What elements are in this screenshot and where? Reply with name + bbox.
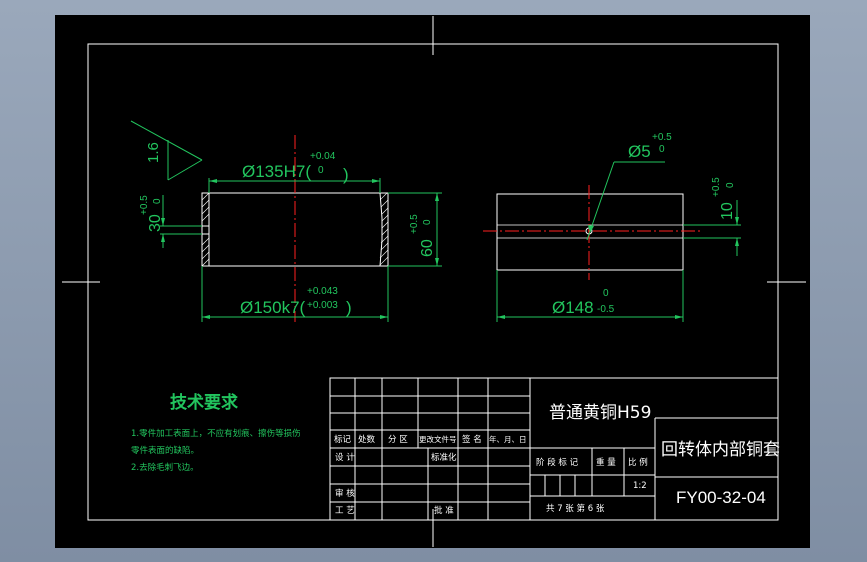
label-scale: 比 例 (628, 457, 648, 468)
dim-outer-upper-tol: +0.043 (307, 286, 338, 297)
dim-length-lower-tol: 0 (422, 219, 433, 225)
label-design: 设 计 (335, 452, 355, 463)
label-change-doc: 更改文件号 (419, 434, 457, 444)
dim-inner-diameter: Ø135H7( (242, 162, 311, 181)
label-mark: 标记 (334, 434, 352, 445)
tech-req-title: 技术要求 (170, 392, 238, 413)
dim-outer-close: ) (346, 298, 352, 317)
dim-hole-diameter: Ø5 (628, 142, 651, 161)
dim-outer-lower-tol: +0.003 (307, 300, 338, 311)
label-process: 工 艺 (335, 506, 355, 516)
tech-req-item2: 2.去除毛刺飞边。 (131, 462, 199, 473)
label-stage-mark: 阶 段 标 记 (536, 457, 579, 468)
tech-req-item1-line2: 零件表面的缺陷。 (131, 445, 199, 456)
label-standardize: 标准化 (431, 452, 457, 463)
dim-hole-lower-tol: 0 (152, 198, 163, 204)
tech-req-item1-line1: 1.零件加工表面上，不应有划痕、擦伤等损伤 (131, 428, 301, 439)
dim-inner-upper-tol: +0.04 (310, 151, 336, 162)
drawing-canvas: Ø135H7( +0.04 0 ) Ø150k7( +0.043 +0.003 … (55, 15, 810, 548)
label-weight: 重 量 (596, 457, 616, 468)
dim-inner-close: ) (343, 165, 349, 184)
dim-hole-dia-upper-tol: +0.5 (652, 132, 672, 143)
dim-outer-diameter: Ø150k7( (240, 298, 306, 317)
dim-outer2-lower-tol: -0.5 (597, 304, 615, 315)
dim-outer-diameter-2: Ø148 (552, 298, 594, 317)
sheet-info: 共 7 张 第 6 张 (546, 503, 605, 514)
dim-hole-width-lower-tol: 0 (725, 182, 736, 188)
dim-hole-upper-tol: +0.5 (139, 195, 150, 215)
label-date: 年、月、日 (489, 434, 527, 444)
cad-drawing-viewport[interactable]: Ø135H7( +0.04 0 ) Ø150k7( +0.043 +0.003 … (0, 0, 867, 562)
dim-length: 60 (419, 239, 436, 257)
dim-hole-width: 10 (719, 202, 736, 220)
dim-hole-width-upper-tol: +0.5 (711, 177, 722, 197)
label-count: 处数 (358, 434, 376, 445)
material-name: 普通黄铜H59 (549, 403, 651, 423)
label-zone: 分 区 (388, 435, 408, 445)
dim-hole-dia-lower-tol: 0 (659, 144, 665, 155)
dim-length-upper-tol: +0.5 (409, 214, 420, 234)
part-name: 回转体内部铜套 (661, 440, 780, 460)
dim-outer2-upper-tol: 0 (603, 288, 609, 299)
dim-hole-position: 30 (147, 214, 164, 232)
scale-value: 1:2 (633, 481, 647, 491)
surface-roughness-value: 1.6 (145, 142, 162, 163)
label-approve: 批 准 (434, 505, 454, 516)
label-review: 审 核 (335, 488, 355, 499)
label-sign: 签 名 (462, 434, 482, 445)
dim-inner-lower-tol: 0 (318, 165, 324, 176)
drawing-number: FY00-32-04 (676, 488, 766, 507)
